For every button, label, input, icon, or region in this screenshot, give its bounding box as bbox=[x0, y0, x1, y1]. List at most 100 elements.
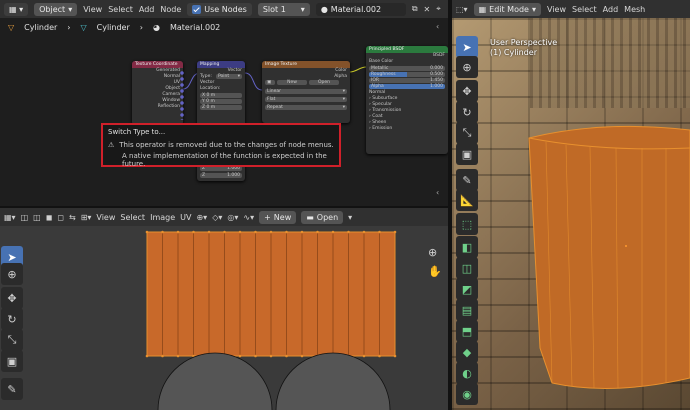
scale-z-field[interactable]: Z 1.000 bbox=[200, 173, 242, 178]
uv-vertex[interactable] bbox=[285, 354, 288, 358]
scale-tool-icon[interactable]: ⤡ bbox=[456, 122, 478, 144]
uv-vertex[interactable] bbox=[176, 354, 180, 358]
cursor-tool-icon[interactable]: ⊕ bbox=[456, 56, 478, 78]
uv-vertex[interactable] bbox=[161, 230, 164, 234]
image-texture-node[interactable]: Image Texture Color Alpha ▣ New Open Lin… bbox=[262, 61, 350, 123]
transform-tool-icon[interactable]: ▣ bbox=[1, 350, 23, 372]
open-image-button[interactable]: ▬ Open bbox=[301, 210, 344, 224]
texture-coordinate-node[interactable]: Texture Coordinate Generated Normal UV O… bbox=[132, 61, 183, 125]
extrude-tool-icon[interactable]: ◧ bbox=[456, 236, 478, 258]
roughness-field[interactable]: Roughness 0.500 bbox=[369, 72, 445, 77]
smooth-tool-icon[interactable]: ◉ bbox=[456, 383, 478, 405]
annotate-tool-icon[interactable]: ✎ bbox=[456, 169, 478, 191]
uv-vertex[interactable] bbox=[238, 230, 242, 234]
edge-select-icon[interactable]: ◫ bbox=[33, 213, 41, 222]
island-select-icon[interactable]: ◻ bbox=[57, 213, 64, 222]
extension-dropdown[interactable]: Repeat ▾ bbox=[265, 105, 347, 110]
move-tool-icon[interactable]: ✥ bbox=[456, 80, 478, 102]
uv-vertex[interactable] bbox=[145, 354, 149, 358]
uv-vertex[interactable] bbox=[238, 354, 242, 358]
edit-mode-icon: ▦ bbox=[478, 4, 487, 14]
uv-vertex[interactable] bbox=[378, 354, 381, 358]
uv-vertex[interactable] bbox=[269, 354, 273, 358]
menu-mesh[interactable]: Mesh bbox=[624, 5, 645, 14]
editor-type-icon[interactable]: ⬚▾ bbox=[456, 5, 468, 14]
section-emission[interactable]: › Emission bbox=[366, 126, 448, 132]
poly-build-tool-icon[interactable]: ◆ bbox=[456, 341, 478, 363]
bevel-tool-icon[interactable]: ◩ bbox=[456, 278, 478, 300]
metallic-field[interactable]: Metallic 0.000 bbox=[369, 66, 445, 71]
inset-tool-icon[interactable]: ◫ bbox=[456, 257, 478, 279]
uv-vertex[interactable] bbox=[393, 354, 397, 358]
menu-select[interactable]: Select bbox=[120, 213, 145, 222]
new-image-button[interactable]: New bbox=[277, 80, 307, 85]
image-browse-icon[interactable]: ▣ bbox=[265, 80, 275, 85]
type-dropdown[interactable]: Point ▾ bbox=[216, 74, 242, 79]
new-image-button[interactable]: + New bbox=[259, 210, 297, 224]
uv-vertex[interactable] bbox=[207, 230, 211, 234]
mode-dropdown[interactable]: ▦ Edit Mode ▾ bbox=[473, 2, 541, 16]
uv-vertex[interactable] bbox=[362, 230, 366, 234]
knife-tool-icon[interactable]: ⬒ bbox=[456, 320, 478, 342]
spin-tool-icon[interactable]: ◐ bbox=[456, 362, 478, 384]
transform-tool-icon[interactable]: ▣ bbox=[456, 143, 478, 165]
uv-vertex[interactable] bbox=[192, 230, 195, 234]
annotate-tool-icon[interactable]: ✎ bbox=[1, 378, 23, 400]
scale-tool-icon[interactable]: ⤡ bbox=[1, 329, 23, 351]
sync-select-icon[interactable]: ⇆ bbox=[69, 213, 76, 222]
pivot-icon[interactable]: ⊕▾ bbox=[196, 213, 207, 222]
loop-cut-tool-icon[interactable]: ▤ bbox=[456, 299, 478, 321]
menu-view[interactable]: View bbox=[96, 213, 115, 222]
principled-bsdf-node[interactable]: Principled BSDF BSDF Base Color Metallic… bbox=[366, 46, 448, 154]
uv-vertex[interactable] bbox=[285, 230, 288, 234]
uv-vertex[interactable] bbox=[254, 354, 257, 358]
menu-view[interactable]: View bbox=[547, 5, 566, 14]
location-x-field[interactable]: X 0 m bbox=[200, 93, 242, 98]
uv-vertex[interactable] bbox=[161, 354, 164, 358]
uv-vertex[interactable] bbox=[176, 230, 180, 234]
zoom-icon[interactable]: ⊕ bbox=[428, 246, 437, 259]
menu-uv[interactable]: UV bbox=[180, 213, 191, 222]
folder-icon: ▬ bbox=[306, 212, 314, 222]
sticky-mode-icon[interactable]: ⊞▾ bbox=[81, 213, 92, 222]
menu-image[interactable]: Image bbox=[150, 213, 175, 222]
vertex-select-icon[interactable]: ◫ bbox=[21, 213, 29, 222]
uv-vertex[interactable] bbox=[362, 354, 366, 358]
cursor-tool-icon[interactable]: ⊕ bbox=[1, 263, 23, 285]
uv-vertex[interactable] bbox=[316, 230, 319, 234]
open-image-button[interactable]: Open bbox=[309, 80, 339, 85]
overlay-icon[interactable]: ▾ bbox=[348, 213, 352, 222]
proportional-icon[interactable]: ◎▾ bbox=[227, 213, 238, 222]
uv-vertex[interactable] bbox=[300, 230, 304, 234]
uv-vertex[interactable] bbox=[331, 230, 335, 234]
rotate-tool-icon[interactable]: ↻ bbox=[456, 101, 478, 123]
pan-hand-icon[interactable]: ✋ bbox=[428, 265, 442, 278]
uv-vertex[interactable] bbox=[223, 230, 226, 234]
location-y-field[interactable]: Y 0 m bbox=[200, 99, 242, 104]
alpha-field[interactable]: Alpha 1.000 bbox=[369, 84, 445, 89]
socket-base-color[interactable]: Base Color bbox=[366, 59, 448, 65]
uv-vertex[interactable] bbox=[254, 230, 257, 234]
socket-reflection[interactable]: Reflection bbox=[132, 104, 183, 110]
snap-icon[interactable]: ◇▾ bbox=[212, 213, 222, 222]
curve-icon[interactable]: ∿▾ bbox=[243, 213, 254, 222]
interpolation-dropdown[interactable]: Linear ▾ bbox=[265, 89, 347, 94]
uv-vertex[interactable] bbox=[347, 230, 350, 234]
move-tool-icon[interactable]: ✥ bbox=[1, 287, 23, 309]
face-select-icon[interactable]: ◼ bbox=[46, 213, 53, 222]
editor-type-icon[interactable]: ▦▾ bbox=[4, 213, 16, 222]
add-cube-tool-icon[interactable]: ⬚ bbox=[456, 213, 478, 235]
menu-select[interactable]: Select bbox=[572, 5, 597, 14]
ior-field[interactable]: IOR 1.450 bbox=[369, 78, 445, 83]
measure-tool-icon[interactable]: 📐 bbox=[456, 189, 478, 211]
uv-vertex[interactable] bbox=[393, 230, 397, 234]
uv-vertex[interactable] bbox=[378, 230, 381, 234]
rotate-tool-icon[interactable]: ↻ bbox=[1, 308, 23, 330]
projection-dropdown[interactable]: Flat ▾ bbox=[265, 97, 347, 102]
uv-vertex[interactable] bbox=[145, 230, 149, 234]
menu-add[interactable]: Add bbox=[603, 5, 619, 14]
location-z-field[interactable]: Z 0 m bbox=[200, 105, 242, 110]
uv-vertex[interactable] bbox=[300, 354, 304, 358]
select-tool-icon[interactable]: ➤ bbox=[456, 36, 478, 58]
uv-vertex[interactable] bbox=[269, 230, 273, 234]
